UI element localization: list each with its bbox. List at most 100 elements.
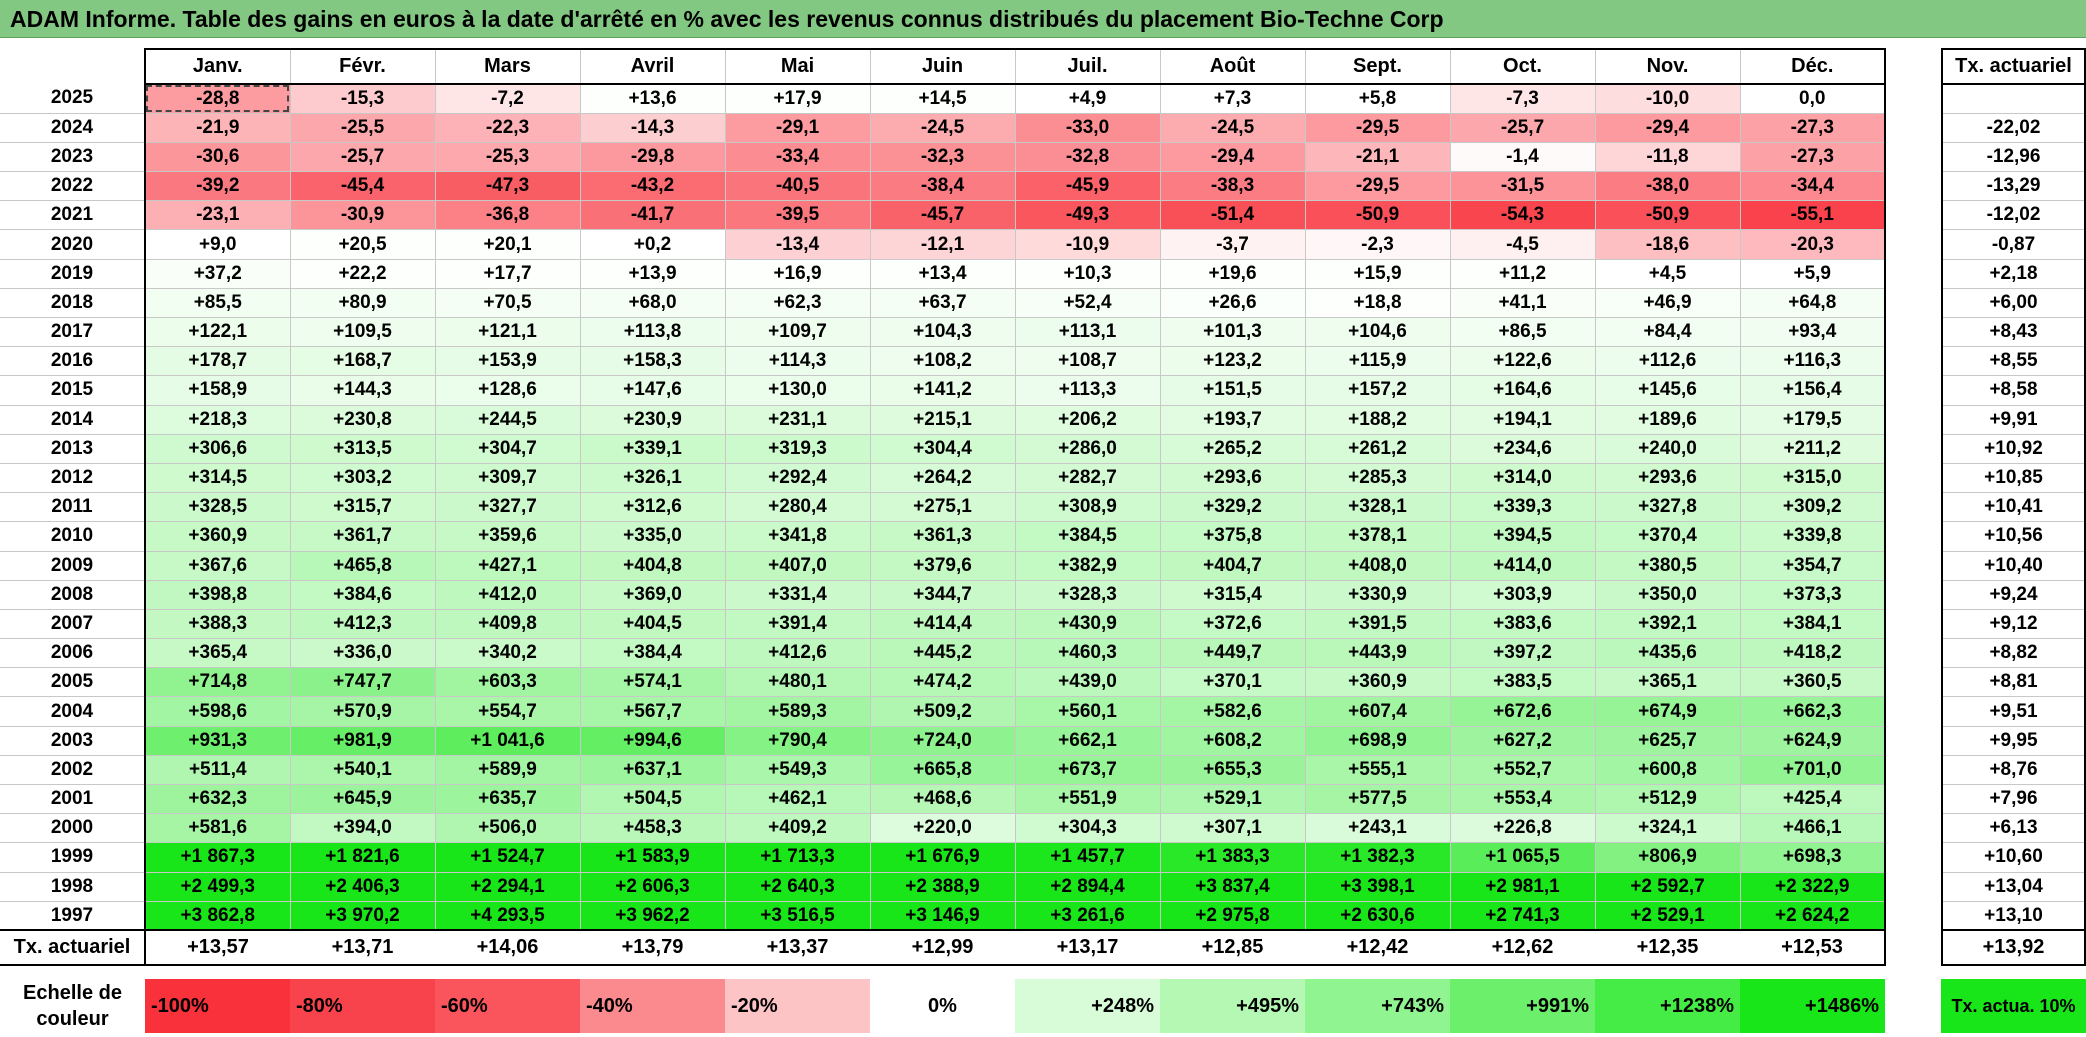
gain-cell[interactable]: +122,6 [1449,346,1596,377]
gain-cell[interactable]: -11,8 [1594,141,1741,173]
gain-cell[interactable]: -28,8 [144,83,291,114]
gain-cell[interactable]: +698,9 [1304,725,1451,756]
gain-cell[interactable]: +672,6 [1449,696,1596,727]
gain-cell[interactable]: +328,1 [1304,492,1451,523]
gain-cell[interactable]: +13,9 [579,258,726,289]
gain-cell[interactable]: +553,4 [1449,783,1596,815]
gain-cell[interactable]: +70,5 [434,287,581,319]
gain-cell[interactable]: +240,0 [1594,433,1741,464]
gain-cell[interactable]: -50,9 [1304,200,1451,231]
gain-cell[interactable]: +17,7 [434,258,581,289]
gain-cell[interactable]: -50,9 [1594,200,1741,231]
gain-cell[interactable]: +46,9 [1594,287,1741,319]
gain-cell[interactable]: +673,7 [1014,754,1161,786]
gain-cell[interactable]: +375,8 [1159,521,1306,552]
gain-cell[interactable]: +261,2 [1304,433,1451,464]
gain-cell[interactable]: +156,4 [1739,375,1886,406]
gain-cell[interactable]: +394,5 [1449,521,1596,552]
gain-cell[interactable]: +701,0 [1739,754,1886,786]
gain-cell[interactable]: +115,9 [1304,346,1451,377]
gain-cell[interactable]: -31,5 [1449,171,1596,202]
gain-cell[interactable]: -45,7 [869,200,1016,231]
gain-cell[interactable]: 0,0 [1739,83,1886,114]
gain-cell[interactable]: +7,3 [1159,83,1306,114]
gain-cell[interactable]: +582,6 [1159,696,1306,727]
gain-cell[interactable]: -13,4 [724,229,871,260]
gain-cell[interactable]: +168,7 [289,346,436,377]
gain-cell[interactable]: +121,1 [434,316,581,348]
gain-cell[interactable]: +243,1 [1304,813,1451,844]
gain-cell[interactable]: +293,6 [1159,462,1306,494]
gain-cell[interactable]: +231,1 [724,404,871,435]
gain-cell[interactable]: +2 975,8 [1159,900,1306,931]
gain-cell[interactable]: -39,5 [724,200,871,231]
gain-cell[interactable]: +63,7 [869,287,1016,319]
gain-cell[interactable]: +931,3 [144,725,291,756]
gain-cell[interactable]: -29,8 [579,141,726,173]
gain-cell[interactable]: +86,5 [1449,316,1596,348]
gain-cell[interactable]: +116,3 [1739,346,1886,377]
gain-cell[interactable]: +344,7 [869,579,1016,610]
gain-cell[interactable]: -30,9 [289,200,436,231]
gain-cell[interactable]: +662,3 [1739,696,1886,727]
gain-cell[interactable]: +4,5 [1594,258,1741,289]
gain-cell[interactable]: +1 867,3 [144,842,291,873]
gain-cell[interactable]: -25,7 [289,141,436,173]
gain-cell[interactable]: +3 970,2 [289,900,436,931]
gain-cell[interactable]: +314,5 [144,462,291,494]
gain-cell[interactable]: +589,3 [724,696,871,727]
gain-cell[interactable]: +412,0 [434,579,581,610]
gain-cell[interactable]: +412,6 [724,638,871,669]
gain-cell[interactable]: -10,0 [1594,83,1741,114]
gain-cell[interactable]: +354,7 [1739,550,1886,581]
gain-cell[interactable]: +211,2 [1739,433,1886,464]
gain-cell[interactable]: +20,1 [434,229,581,260]
gain-cell[interactable]: +549,3 [724,754,871,786]
gain-cell[interactable]: +101,3 [1159,316,1306,348]
gain-cell[interactable]: +506,0 [434,813,581,844]
gain-cell[interactable]: +552,7 [1449,754,1596,786]
gain-cell[interactable]: +655,3 [1159,754,1306,786]
gain-cell[interactable]: +315,7 [289,492,436,523]
gain-cell[interactable]: +404,5 [579,608,726,640]
gain-cell[interactable]: -1,4 [1449,141,1596,173]
gain-cell[interactable]: +3 146,9 [869,900,1016,931]
gain-cell[interactable]: -36,8 [434,200,581,231]
gain-cell[interactable]: +123,2 [1159,346,1306,377]
gain-cell[interactable]: +194,1 [1449,404,1596,435]
gain-cell[interactable]: +17,9 [724,83,871,114]
gain-cell[interactable]: +790,4 [724,725,871,756]
gain-cell[interactable]: -30,6 [144,141,291,173]
gain-cell[interactable]: +292,4 [724,462,871,494]
gain-cell[interactable]: -14,3 [579,112,726,143]
gain-cell[interactable]: +3 837,4 [1159,871,1306,902]
gain-cell[interactable]: +1 583,9 [579,842,726,873]
gain-cell[interactable]: +698,3 [1739,842,1886,873]
gain-cell[interactable]: +540,1 [289,754,436,786]
gain-cell[interactable]: +19,6 [1159,258,1306,289]
gain-cell[interactable]: +3 261,6 [1014,900,1161,931]
gain-cell[interactable]: +359,6 [434,521,581,552]
gain-cell[interactable]: +2 640,3 [724,871,871,902]
gain-cell[interactable]: +414,4 [869,608,1016,640]
gain-cell[interactable]: +2 529,1 [1594,900,1741,931]
gain-cell[interactable]: -32,3 [869,141,1016,173]
gain-cell[interactable]: +361,7 [289,521,436,552]
gain-cell[interactable]: +20,5 [289,229,436,260]
gain-cell[interactable]: +113,8 [579,316,726,348]
gain-cell[interactable]: +509,2 [869,696,1016,727]
gain-cell[interactable]: +468,6 [869,783,1016,815]
gain-cell[interactable]: +598,6 [144,696,291,727]
gain-cell[interactable]: +313,5 [289,433,436,464]
gain-cell[interactable]: +360,9 [144,521,291,552]
gain-cell[interactable]: +109,5 [289,316,436,348]
gain-cell[interactable]: +331,4 [724,579,871,610]
gain-cell[interactable]: +384,6 [289,579,436,610]
gain-cell[interactable]: +370,1 [1159,667,1306,698]
gain-cell[interactable]: +555,1 [1304,754,1451,786]
gain-cell[interactable]: +293,6 [1594,462,1741,494]
gain-cell[interactable]: +3 962,2 [579,900,726,931]
gain-cell[interactable]: +567,7 [579,696,726,727]
gain-cell[interactable]: +445,2 [869,638,1016,669]
gain-cell[interactable]: +632,3 [144,783,291,815]
